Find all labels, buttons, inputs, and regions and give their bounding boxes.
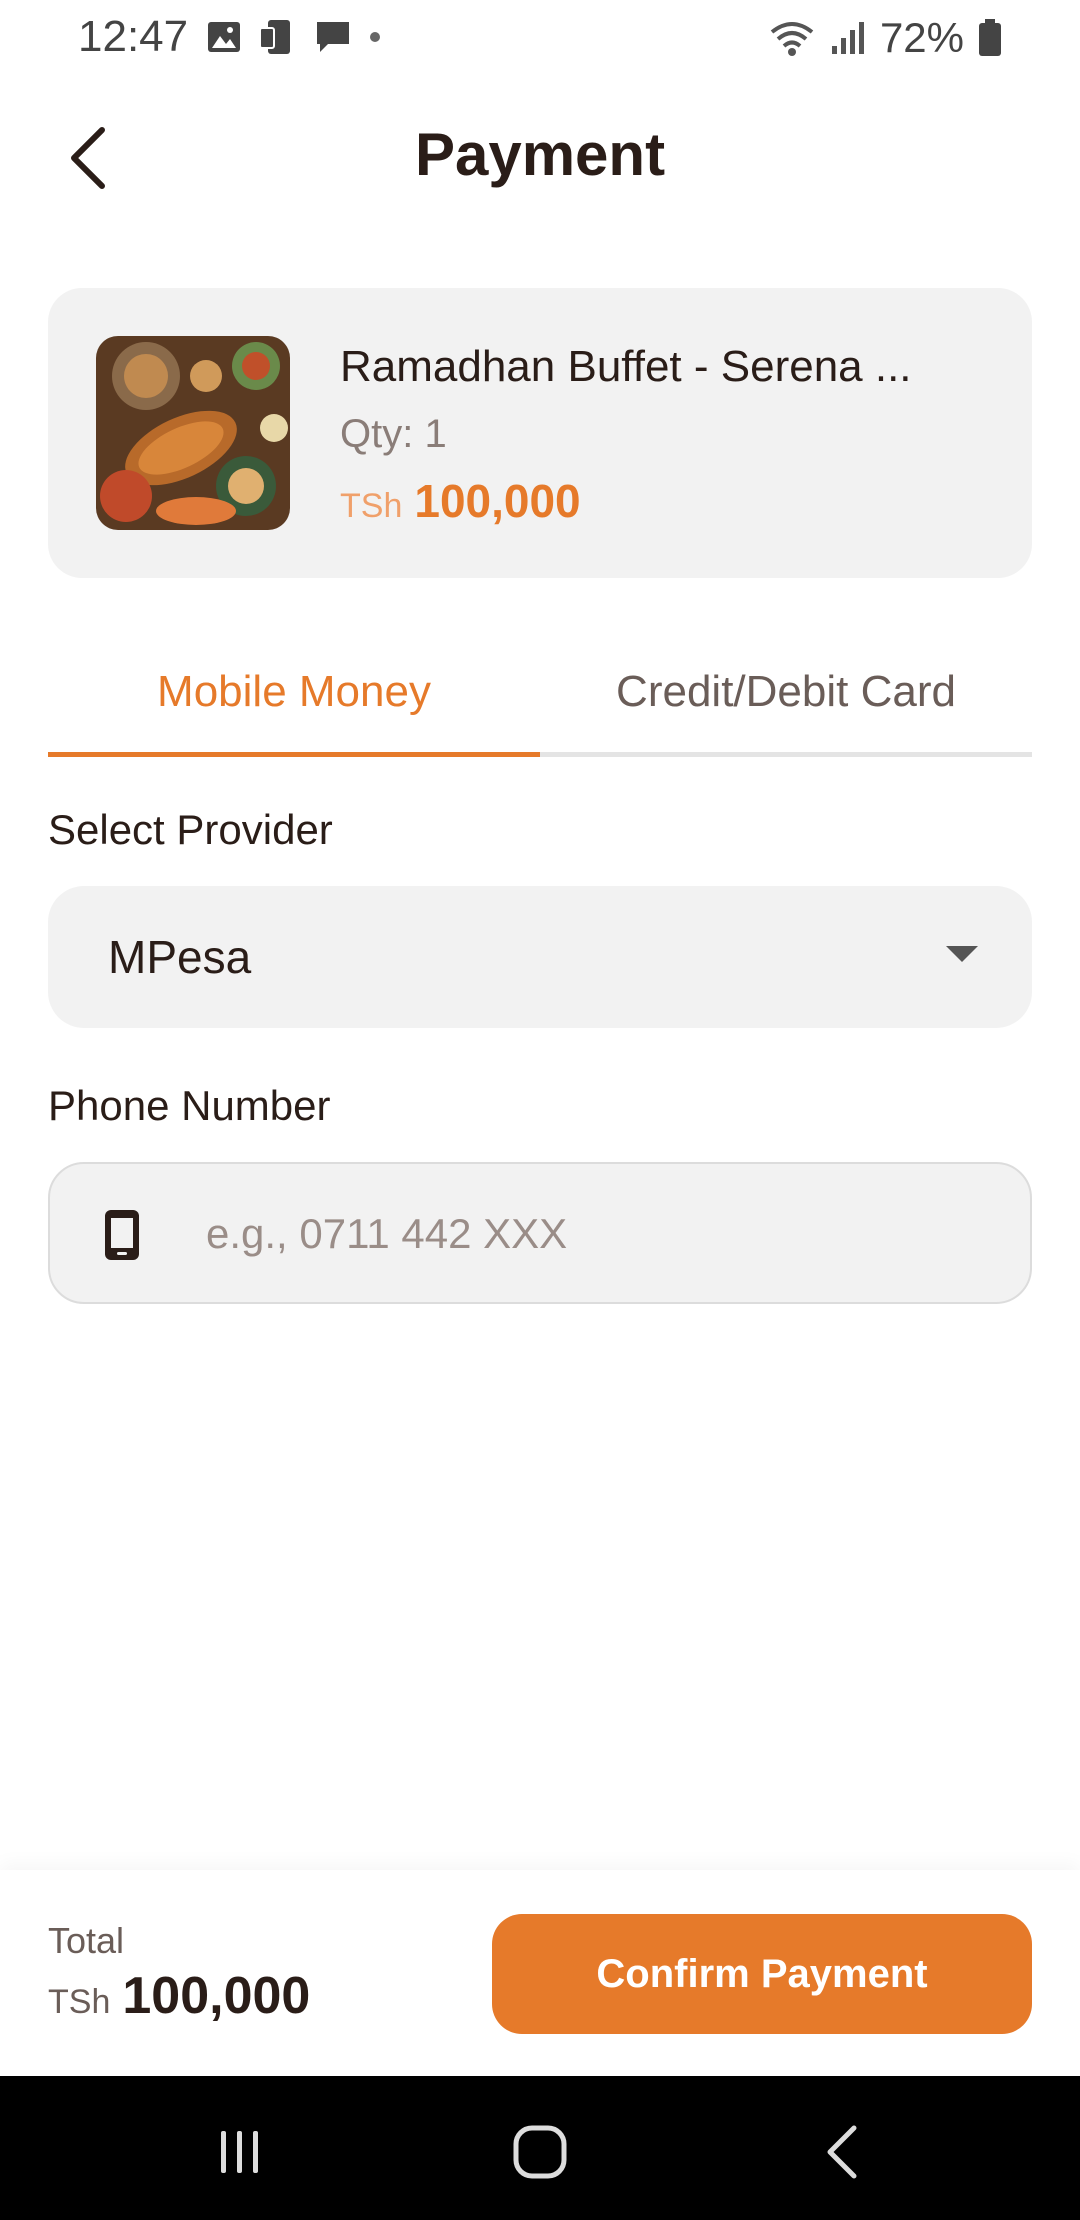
product-currency: TSh <box>340 487 403 525</box>
phone-input-container[interactable] <box>48 1162 1032 1304</box>
product-card: Ramadhan Buffet - Serena ... Qty: 1 TSh … <box>48 288 1032 578</box>
image-icon <box>208 22 240 52</box>
message-icon <box>317 22 349 52</box>
product-qty: Qty: 1 <box>340 412 447 456</box>
recents-button[interactable] <box>190 2112 290 2192</box>
system-back-icon <box>827 2125 857 2179</box>
bottom-bar: Total TSh 100,000 Confirm Payment <box>0 1870 1080 2076</box>
signal-icon <box>831 22 864 54</box>
battery-percent: 72% <box>879 14 964 61</box>
phone-number-input[interactable] <box>206 1194 986 1274</box>
tab-credit-debit-card[interactable]: Credit/Debit Card <box>540 630 1032 754</box>
total-row: TSh 100,000 <box>48 1966 310 2026</box>
provider-select-value: MPesa <box>108 931 252 983</box>
system-back-button[interactable] <box>792 2112 892 2192</box>
status-icons-left <box>206 18 382 56</box>
confirm-payment-button[interactable]: Confirm Payment <box>492 1914 1032 2034</box>
total-label: Total <box>48 1920 125 1961</box>
phone-label: Phone Number <box>48 1082 331 1129</box>
product-price-row: TSh 100,000 <box>340 474 581 528</box>
home-icon <box>513 2125 567 2179</box>
tab-mobile-money[interactable]: Mobile Money <box>48 630 540 754</box>
home-button[interactable] <box>490 2112 590 2192</box>
device-icon <box>259 20 290 54</box>
wifi-icon <box>770 22 814 56</box>
status-time: 12:47 <box>78 12 189 61</box>
provider-label: Select Provider <box>48 806 333 853</box>
provider-select[interactable]: MPesa <box>48 886 1032 1028</box>
product-image <box>96 336 290 530</box>
product-price: 100,000 <box>414 475 581 527</box>
payment-method-tabs: Mobile Money Credit/Debit Card <box>48 630 1032 760</box>
dot-icon <box>370 32 380 42</box>
recents-icon <box>221 2131 258 2173</box>
status-icons-right: 72% <box>768 14 1002 62</box>
product-title: Ramadhan Buffet - Serena ... <box>340 342 912 391</box>
dropdown-arrow-icon <box>946 946 978 962</box>
status-bar: 12:47 72% <box>0 0 1080 76</box>
total-currency: TSh <box>48 1983 111 2021</box>
mobile-phone-icon <box>105 1210 139 1260</box>
page-title: Payment <box>414 121 666 188</box>
tab-active-indicator <box>48 752 540 757</box>
system-nav-bar <box>0 2076 1080 2220</box>
total-value: 100,000 <box>122 1967 311 2025</box>
battery-icon <box>979 19 1001 56</box>
header: Payment <box>0 100 1080 210</box>
